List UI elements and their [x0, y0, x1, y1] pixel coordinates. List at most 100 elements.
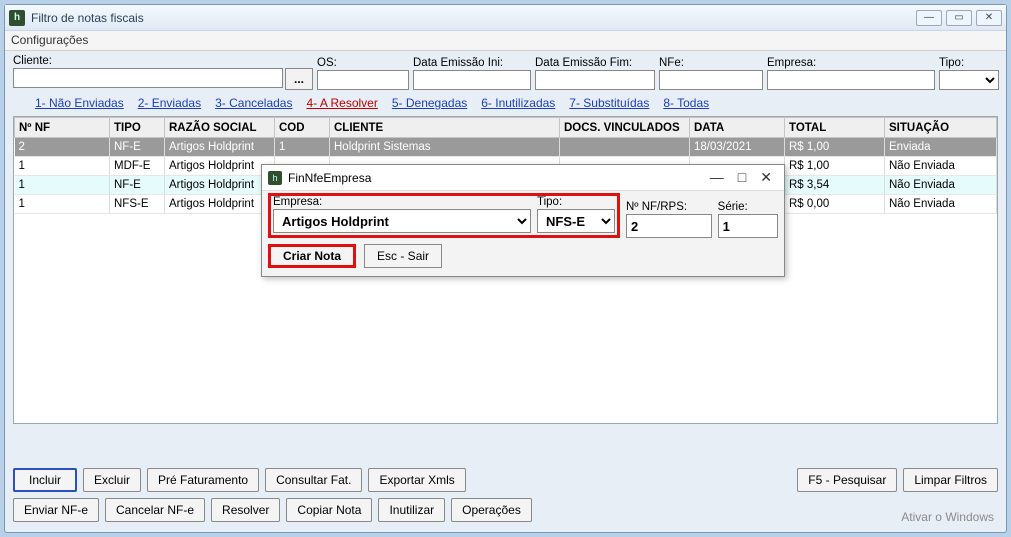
col-total[interactable]: TOTAL — [785, 118, 885, 138]
cancelar-nfe-button[interactable]: Cancelar NF-e — [105, 498, 205, 522]
minimize-button[interactable]: — — [916, 10, 942, 26]
cell-nf: 2 — [15, 138, 110, 157]
os-input[interactable] — [317, 70, 409, 90]
dlg-serie-field: Série: — [718, 201, 778, 238]
dlg-empresa-field: Empresa: Artigos Holdprint — [273, 196, 531, 233]
cell-total: R$ 1,00 — [785, 157, 885, 176]
col-cod[interactable]: COD — [275, 118, 330, 138]
filter-data-ini: Data Emissão Ini: — [413, 57, 531, 90]
cell-tipo: NF-E — [110, 176, 165, 195]
dlg-serie-input[interactable] — [718, 214, 778, 238]
tipo-label: Tipo: — [939, 57, 999, 69]
tab-canceladas[interactable]: 3- Canceladas — [215, 96, 292, 110]
menu-configuracoes[interactable]: Configurações — [11, 33, 88, 47]
tab-todas[interactable]: 8- Todas — [663, 96, 709, 110]
pre-faturamento-button[interactable]: Pré Faturamento — [147, 468, 259, 492]
col-sit[interactable]: SITUAÇÃO — [885, 118, 997, 138]
dialog-minimize-button[interactable]: — — [710, 169, 724, 186]
tab-denegadas[interactable]: 5- Denegadas — [392, 96, 467, 110]
cliente-lookup-button[interactable]: ... — [285, 68, 313, 90]
inutilizar-button[interactable]: Inutilizar — [378, 498, 445, 522]
close-button[interactable]: ✕ — [976, 10, 1002, 26]
cell-cliente: Holdprint Sistemas — [330, 138, 560, 157]
tab-a-resolver[interactable]: 4- A Resolver — [306, 96, 377, 110]
nfe-input[interactable] — [659, 70, 763, 90]
data-ini-input[interactable] — [413, 70, 531, 90]
dlg-nfnum-input[interactable] — [626, 214, 712, 238]
enviar-nfe-button[interactable]: Enviar NF-e — [13, 498, 99, 522]
tab-inutilizadas[interactable]: 6- Inutilizadas — [481, 96, 555, 110]
cell-razao: Artigos Holdprint — [165, 157, 275, 176]
cell-razao: Artigos Holdprint — [165, 176, 275, 195]
cell-docs — [560, 138, 690, 157]
menu-bar: Configurações — [5, 31, 1006, 51]
cell-razao: Artigos Holdprint — [165, 138, 275, 157]
dialog-app-icon: h — [268, 171, 282, 185]
filter-tipo: Tipo: — [939, 57, 999, 90]
cell-nf: 1 — [15, 176, 110, 195]
title-bar: h Filtro de notas fiscais — ▭ ✕ — [5, 5, 1006, 31]
filter-data-fim: Data Emissão Fim: — [535, 57, 655, 90]
dialog-close-button[interactable]: ✕ — [760, 169, 772, 186]
tipo-select[interactable] — [939, 70, 999, 90]
dlg-tipo-label: Tipo: — [537, 196, 615, 208]
table-row[interactable]: 2NF-EArtigos Holdprint1Holdprint Sistema… — [15, 138, 997, 157]
tab-nao-enviadas[interactable]: 1- Não Enviadas — [35, 96, 124, 110]
cell-nf: 1 — [15, 157, 110, 176]
operacoes-button[interactable]: Operações — [451, 498, 532, 522]
pesquisar-button[interactable]: F5 - Pesquisar — [797, 468, 897, 492]
filter-os: OS: — [317, 57, 409, 90]
dialog-maximize-button[interactable]: □ — [738, 169, 746, 186]
filter-row: Cliente: ... OS: Data Emissão Ini: Data … — [5, 51, 1006, 92]
cell-sit: Não Enviada — [885, 157, 997, 176]
dlg-tipo-select[interactable]: NFS-E — [537, 209, 615, 233]
cell-total: R$ 1,00 — [785, 138, 885, 157]
col-cliente[interactable]: CLIENTE — [330, 118, 560, 138]
dialog-titlebar: h FinNfeEmpresa — □ ✕ — [262, 165, 784, 191]
excluir-button[interactable]: Excluir — [83, 468, 141, 492]
nfe-label: NFe: — [659, 57, 763, 69]
filter-cliente: Cliente: ... — [13, 55, 313, 90]
col-tipo[interactable]: TIPO — [110, 118, 165, 138]
tab-substituidas[interactable]: 7- Substituídas — [569, 96, 649, 110]
dlg-empresa-select[interactable]: Artigos Holdprint — [273, 209, 531, 233]
cell-data: 18/03/2021 — [690, 138, 785, 157]
incluir-button[interactable]: Incluir — [13, 468, 77, 492]
dlg-tipo-field: Tipo: NFS-E — [537, 196, 615, 233]
os-label: OS: — [317, 57, 409, 69]
app-icon: h — [9, 10, 25, 26]
dlg-empresa-label: Empresa: — [273, 196, 531, 208]
finnfe-empresa-dialog: h FinNfeEmpresa — □ ✕ Empresa: Artigos H… — [261, 164, 785, 277]
col-data[interactable]: DATA — [690, 118, 785, 138]
cell-sit: Não Enviada — [885, 195, 997, 214]
criar-nota-button[interactable]: Criar Nota — [268, 244, 356, 268]
dialog-title: FinNfeEmpresa — [288, 171, 710, 185]
maximize-button[interactable]: ▭ — [946, 10, 972, 26]
col-nf[interactable]: Nº NF — [15, 118, 110, 138]
dlg-nfnum-field: Nº NF/RPS: — [626, 201, 712, 238]
tab-enviadas[interactable]: 2- Enviadas — [138, 96, 201, 110]
status-tabs: 1- Não Enviadas 2- Enviadas 3- Cancelada… — [5, 92, 1006, 116]
col-razao[interactable]: RAZÃO SOCIAL — [165, 118, 275, 138]
filter-empresa: Empresa: — [767, 57, 935, 90]
copiar-nota-button[interactable]: Copiar Nota — [286, 498, 372, 522]
col-docs[interactable]: DOCS. VINCULADOS — [560, 118, 690, 138]
consultar-fat-button[interactable]: Consultar Fat. — [265, 468, 362, 492]
empresa-input[interactable] — [767, 70, 935, 90]
cell-tipo: NF-E — [110, 138, 165, 157]
exportar-xmls-button[interactable]: Exportar Xmls — [368, 468, 465, 492]
cliente-input[interactable] — [13, 68, 283, 88]
cell-total: R$ 0,00 — [785, 195, 885, 214]
data-fim-input[interactable] — [535, 70, 655, 90]
resolver-button[interactable]: Resolver — [211, 498, 280, 522]
button-row-1: Incluir Excluir Pré Faturamento Consulta… — [5, 464, 1006, 496]
cell-tipo: NFS-E — [110, 195, 165, 214]
filter-nfe: NFe: — [659, 57, 763, 90]
cell-razao: Artigos Holdprint — [165, 195, 275, 214]
cliente-label: Cliente: — [13, 55, 313, 67]
limpar-filtros-button[interactable]: Limpar Filtros — [903, 468, 998, 492]
button-row-2: Enviar NF-e Cancelar NF-e Resolver Copia… — [5, 494, 1006, 526]
windows-activation-watermark: Ativar o Windows — [901, 509, 994, 524]
highlight-box: Empresa: Artigos Holdprint Tipo: NFS-E — [268, 193, 620, 238]
esc-sair-button[interactable]: Esc - Sair — [364, 244, 442, 268]
